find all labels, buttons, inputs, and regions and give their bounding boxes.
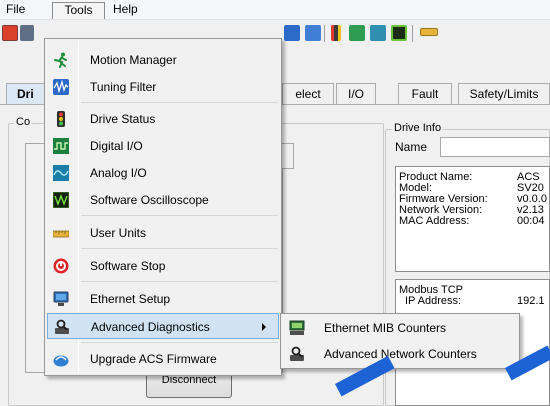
menu-item-label: Software Oscilloscope <box>90 193 209 207</box>
ip-address-value: 192.1 <box>517 295 545 307</box>
submenu-arrow-icon <box>262 323 266 331</box>
running-man-icon <box>54 52 67 68</box>
submenu-item-advanced-network-counters[interactable]: Advanced Network Counters <box>283 342 517 366</box>
oscilloscope-icon[interactable] <box>391 25 407 41</box>
advanced-diagnostics-submenu: Ethernet MIB Counters Advanced Network C… <box>280 313 520 369</box>
tab-drive[interactable]: Dri <box>6 83 46 105</box>
network-diagnostics-icon <box>290 346 304 361</box>
waveform-icon <box>53 79 69 95</box>
info-row: IP Address: 192.1 <box>399 296 549 307</box>
ip-address-key: IP Address: <box>405 295 462 307</box>
menu-separator <box>81 342 278 343</box>
tab-select[interactable]: elect <box>282 83 334 105</box>
tab-safety-limits[interactable]: Safety/Limits <box>458 83 550 105</box>
name-field[interactable] <box>440 137 550 157</box>
menu-item-label: Drive Status <box>90 112 156 126</box>
submenu-item-label: Advanced Network Counters <box>324 347 477 361</box>
menu-item-ethernet-setup[interactable]: Ethernet Setup <box>47 286 279 312</box>
ruler-icon <box>53 230 69 238</box>
info-row: MAC Address: 00:04 <box>399 216 549 227</box>
mib-counter-icon <box>289 320 305 335</box>
mac-address-value: 00:04 <box>517 215 545 227</box>
menu-item-software-oscilloscope[interactable]: Software Oscilloscope <box>47 187 279 213</box>
menu-item-label: User Units <box>90 226 147 240</box>
upgrade-icon <box>53 355 69 367</box>
computer-icon[interactable] <box>20 25 34 41</box>
toolbar-separator <box>324 25 325 42</box>
drive-info-box: Product Name: ACS Model: SV20 Firmware V… <box>395 166 550 272</box>
menu-item-drive-status[interactable]: Drive Status <box>47 106 279 132</box>
connection-group-label: Co <box>14 116 33 128</box>
waveform-icon[interactable] <box>284 25 300 41</box>
submenu-item-ethernet-mib-counters[interactable]: Ethernet MIB Counters <box>283 316 517 340</box>
tools-menu: Motion Manager Tuning Filter Drive Statu… <box>44 38 282 376</box>
analog-io-icon <box>53 165 69 181</box>
digital-io-icon[interactable] <box>349 25 365 41</box>
menu-item-digital-io[interactable]: Digital I/O <box>47 133 279 159</box>
mac-address-key: MAC Address: <box>399 215 470 227</box>
digital-io-icon <box>53 138 69 154</box>
name-label: Name <box>395 140 428 154</box>
tab-fault[interactable]: Fault <box>398 83 452 105</box>
toolbar-separator <box>412 25 413 42</box>
monitor-icon <box>53 291 69 306</box>
menu-item-label: Tuning Filter <box>90 80 157 94</box>
menu-help[interactable]: Help <box>107 2 144 19</box>
menu-item-user-units[interactable]: User Units <box>47 220 279 246</box>
menu-item-label: Upgrade ACS Firmware <box>90 352 217 366</box>
menu-item-label: Analog I/O <box>90 166 147 180</box>
menu-item-label: Software Stop <box>90 259 166 273</box>
menu-file[interactable]: File <box>0 2 31 19</box>
menu-item-upgrade-acs-firmware[interactable]: Upgrade ACS Firmware <box>47 346 279 372</box>
drive-info-label: Drive Info <box>392 122 444 134</box>
menu-separator <box>81 281 278 282</box>
menu-bar: File Tools Help <box>0 0 550 20</box>
menu-item-analog-io[interactable]: Analog I/O <box>47 160 279 186</box>
diagnostics-icon <box>55 319 69 334</box>
traffic-light-icon[interactable] <box>331 25 341 41</box>
tab-io[interactable]: I/O <box>336 83 376 105</box>
menu-item-tuning-filter[interactable]: Tuning Filter <box>47 74 279 100</box>
menu-item-motion-manager[interactable]: Motion Manager <box>47 47 279 73</box>
menu-tools[interactable]: Tools <box>52 2 105 19</box>
menu-separator <box>81 248 278 249</box>
menu-item-label: Digital I/O <box>90 139 143 153</box>
menu-item-advanced-diagnostics[interactable]: Advanced Diagnostics <box>47 313 279 339</box>
menu-separator <box>81 102 278 103</box>
menu-item-software-stop[interactable]: Software Stop <box>47 253 279 279</box>
panel-tab-edge <box>282 143 294 169</box>
traffic-light-icon <box>57 111 65 127</box>
menu-item-label: Advanced Diagnostics <box>91 320 210 334</box>
tuning-icon[interactable] <box>305 25 321 41</box>
analog-io-icon[interactable] <box>370 25 386 41</box>
menu-item-label: Motion Manager <box>90 53 177 67</box>
ruler-icon[interactable] <box>420 28 438 36</box>
submenu-item-label: Ethernet MIB Counters <box>324 321 447 335</box>
menu-item-label: Ethernet Setup <box>90 292 171 306</box>
stop-icon <box>53 258 69 274</box>
menu-separator <box>81 215 278 216</box>
oscilloscope-icon <box>53 192 69 208</box>
connect-icon[interactable] <box>2 25 18 41</box>
